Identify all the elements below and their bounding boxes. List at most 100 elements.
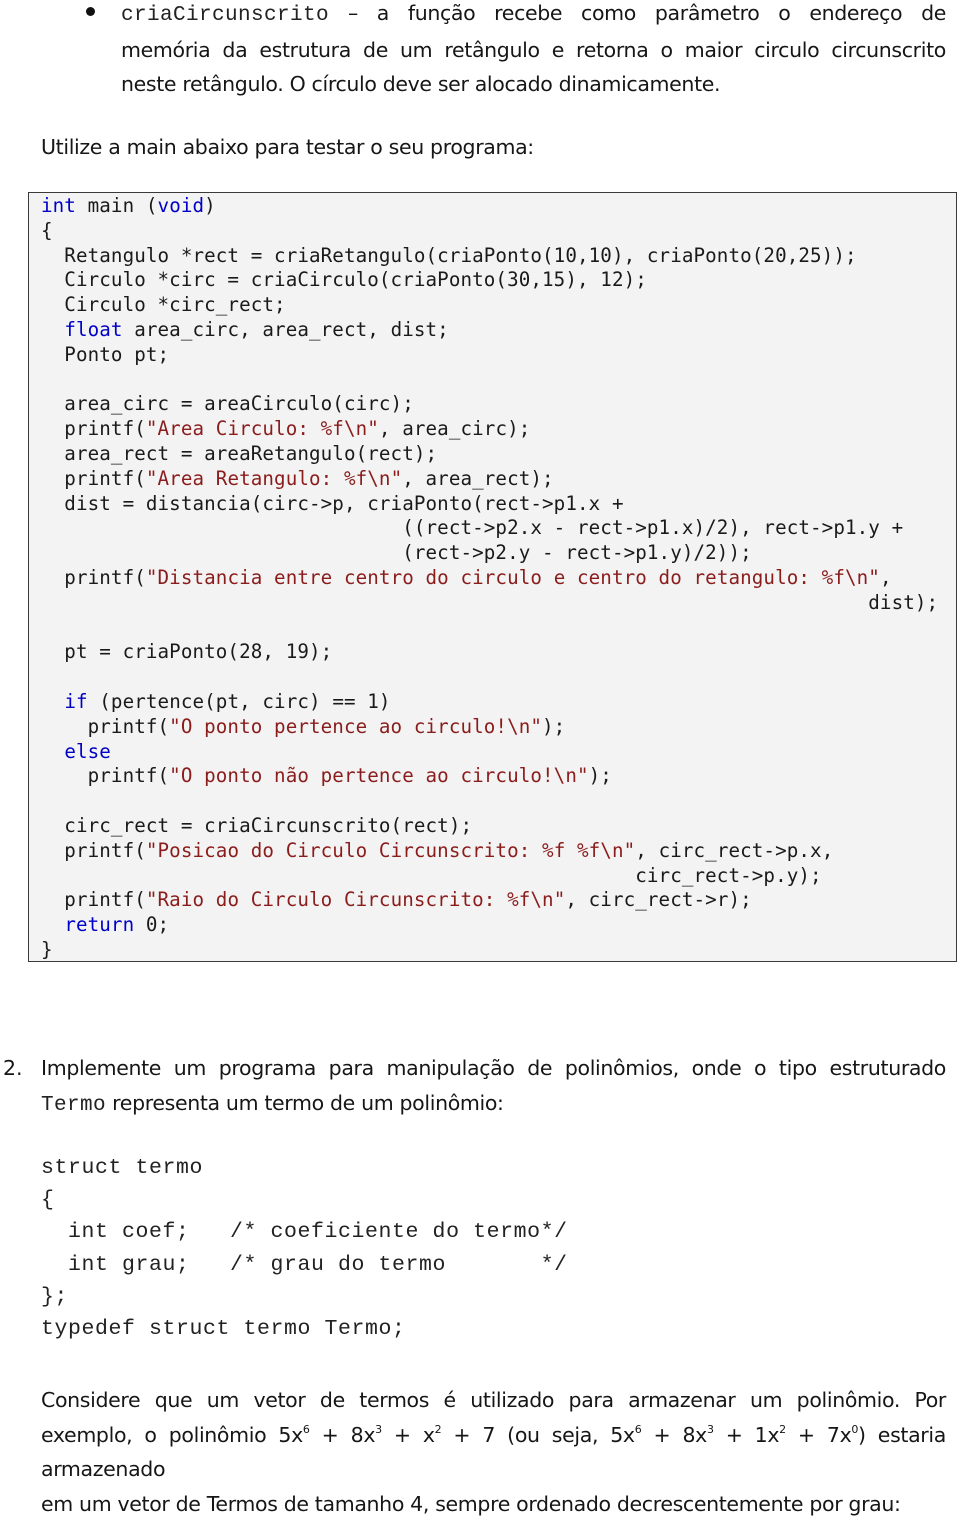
bullet-description: criaCircunscrito – a função recebe como … [121,0,946,101]
poly-separator: + [786,1423,827,1447]
code-text [41,740,64,763]
code-text: circ_rect = criaCircunscrito(rect); [41,814,472,837]
code-text: , circ_rect->r); [565,888,751,911]
code-line: float area_circ, area_rect, dist; [41,318,938,343]
consider-line-1: Considere que um vetor de termos é utili… [41,1383,946,1418]
poly-term-exponent: 3 [707,1423,714,1436]
polynomial-compact: 5x6 + 8x3 + x2 + 7 [278,1423,495,1447]
poly-term-exponent: 6 [303,1423,310,1436]
bullet-line-1: criaCircunscrito – a função recebe como … [121,0,946,33]
struct-code-line: }; [41,1281,568,1313]
code-text: 0; [134,913,169,936]
code-line: } [41,938,938,963]
code-text: , area_rect); [402,467,553,490]
poly-term-exponent: 2 [779,1423,786,1436]
code-line: int main (void) [41,194,938,219]
code-text: ); [589,764,612,787]
main-code-block: int main (void){ Retangulo *rect = criaR… [28,192,957,962]
code-line: pt = criaPonto(28, 19); [41,640,938,665]
code-keyword: else [64,740,111,763]
poly-term-base: x [423,1423,435,1447]
code-text: (rect->p2.y - rect->p1.y)/2)); [41,541,752,564]
code-line: circ_rect = criaCircunscrito(rect); [41,814,938,839]
code-line: printf("O ponto pertence ao circulo!\n")… [41,715,938,740]
poly-separator: + 7 [441,1423,495,1447]
code-text: area_circ, area_rect, dist; [123,318,449,341]
code-string: "O ponto pertence ao circulo!\n" [169,715,542,738]
code-text: pt = criaPonto(28, 19); [41,640,332,663]
code-line [41,616,938,641]
poly-term-base: 8x [682,1423,706,1447]
code-line [41,789,938,814]
struct-code-line: { [41,1184,568,1216]
code-keyword: void [158,194,205,217]
code-text [41,913,64,936]
code-keyword: float [64,318,122,341]
code-line: if (pertence(pt, circ) == 1) [41,690,938,715]
poly-term-base: 8x [351,1423,375,1447]
bullet-line-3: neste retângulo. O círculo deve ser aloc… [121,67,946,101]
code-text: } [41,938,53,961]
code-line: ((rect->p2.x - rect->p1.x)/2), rect->p1.… [41,516,938,541]
intro-text: Utilize a main abaixo para testar o seu … [41,135,534,159]
code-text: ) [204,194,216,217]
question-2-line-2-text: representa um termo de um polinômio: [106,1091,504,1115]
code-text: circ_rect->p.y); [41,864,822,887]
code-line: else [41,740,938,765]
code-line: dist); [41,591,938,616]
consider-line-2: exemplo, o polinômio 5x6 + 8x3 + x2 + 7 … [41,1418,946,1487]
code-text: (pertence(pt, circ) == 1) [88,690,391,713]
code-string: "Area Retangulo: %f\n" [146,467,402,490]
code-text: dist); [41,591,938,614]
code-text: ); [542,715,565,738]
poly-term-base: 1x [755,1423,779,1447]
code-string: "Distancia entre centro do circulo e cen… [146,566,880,589]
function-name: criaCircunscrito [121,4,329,27]
code-text: ((rect->p2.x - rect->p1.x)/2), rect->p1.… [41,516,903,539]
code-keyword: if [64,690,87,713]
code-line: Circulo *circ = criaCirculo(criaPonto(30… [41,268,938,293]
poly-term-exponent: 3 [375,1423,382,1436]
question-2-line-2: Termo representa um termo de um polinômi… [41,1086,946,1124]
code-line: { [41,219,938,244]
poly-term-base: 7x [827,1423,851,1447]
code-line: printf("Area Circulo: %f\n", area_circ); [41,417,938,442]
code-line: area_circ = areaCirculo(circ); [41,392,938,417]
code-string: "O ponto não pertence ao circulo!\n" [169,764,588,787]
code-line: printf("O ponto não pertence ao circulo!… [41,764,938,789]
code-text: Circulo *circ_rect; [41,293,286,316]
struct-termo-code: struct termo{ int coef; /* coeficiente d… [41,1152,568,1345]
code-text: printf( [41,467,146,490]
code-line [41,368,938,393]
code-text: printf( [41,566,146,589]
code-string: "Posicao do Circulo Circunscrito: %f %f\… [146,839,635,862]
code-text: printf( [41,839,146,862]
main-code: int main (void){ Retangulo *rect = criaR… [41,194,938,963]
bullet-line-2: memória da estrutura de um retângulo e r… [121,33,946,67]
question-2-line-1: Implemente um programa para manipulação … [41,1051,946,1086]
code-line: Circulo *circ_rect; [41,293,938,318]
code-text: printf( [41,417,146,440]
code-line: printf("Area Retangulo: %f\n", area_rect… [41,467,938,492]
consider-line-2-mid: (ou seja, [495,1423,610,1447]
code-text: , area_circ); [379,417,530,440]
code-line: circ_rect->p.y); [41,864,938,889]
code-line: return 0; [41,913,938,938]
code-line: printf("Posicao do Circulo Circunscrito:… [41,839,938,864]
code-text: , circ_rect->p.x, [635,839,833,862]
code-text: Ponto pt; [41,343,169,366]
code-keyword: return [64,913,134,936]
code-line: Ponto pt; [41,343,938,368]
code-text: printf( [41,888,146,911]
code-text: { [41,219,53,242]
consider-paragraph: Considere que um vetor de termos é utili… [41,1383,946,1521]
code-line: (rect->p2.y - rect->p1.y)/2)); [41,541,938,566]
struct-code-line: int grau; /* grau do termo */ [41,1249,568,1281]
code-text: main ( [76,194,158,217]
code-line: dist = distancia(circ->p, criaPonto(rect… [41,492,938,517]
code-text: area_circ = areaCirculo(circ); [41,392,414,415]
question-2-text: Implemente um programa para manipulação … [41,1051,946,1123]
poly-separator: + [310,1423,351,1447]
struct-code-line: typedef struct termo Termo; [41,1313,568,1345]
code-text: printf( [41,764,169,787]
